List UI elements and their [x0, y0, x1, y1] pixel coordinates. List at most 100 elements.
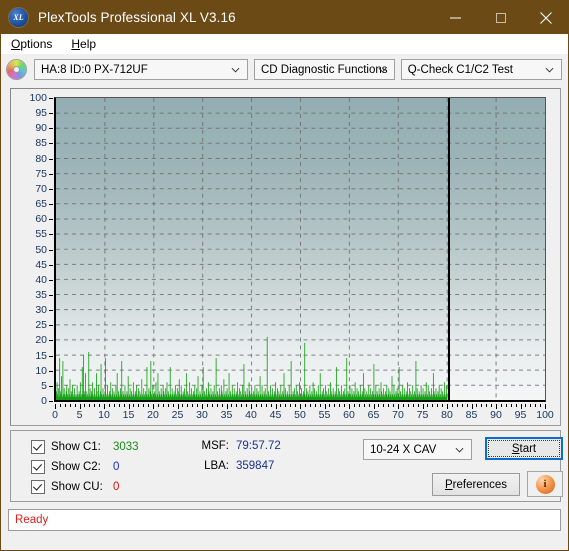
cu-count-value: 0 [113, 481, 120, 493]
y-tick-label: 50 [35, 243, 47, 256]
y-tick-mark [49, 385, 53, 387]
x-tick-mark [64, 404, 66, 407]
drive-select[interactable]: HA:8 ID:0 PX-712UF [34, 59, 248, 80]
y-tick-mark [49, 113, 53, 115]
y-tick-label: 30 [35, 304, 47, 317]
x-tick-mark [206, 404, 208, 407]
y-tick-label: 5 [41, 379, 47, 392]
x-tick-mark [265, 404, 267, 407]
x-tick-mark [378, 404, 380, 407]
chart-panel: 0 5 10 15 20 25 30 35 40 45 50 55 60 65 70 75 80 85 90 95 10… [10, 88, 561, 426]
show-cu-checkbox[interactable] [31, 480, 45, 494]
x-tick-mark [363, 404, 365, 407]
chart-area: 0 5 10 15 20 25 30 35 40 45 50 55 60 65 70 75 80 85 90 95 10… [1, 85, 568, 430]
y-tick-label: 25 [35, 319, 47, 332]
window-controls [433, 1, 568, 34]
speed-select[interactable]: 10-24 X CAV [363, 439, 472, 460]
y-tick-label: 60 [35, 213, 47, 226]
show-c2-checkbox[interactable] [31, 460, 45, 474]
x-tick-mark [118, 404, 120, 407]
y-tick-mark [49, 294, 53, 296]
x-tick-mark [94, 404, 96, 407]
close-icon[interactable] [523, 1, 568, 34]
x-tick-mark [412, 404, 414, 407]
info-button[interactable]: i [527, 471, 563, 497]
x-tick-label: 75 [416, 409, 429, 421]
y-tick-label: 100 [29, 92, 47, 104]
y-tick-mark [49, 128, 53, 130]
show-cu-label: Show CU: [51, 481, 103, 493]
status-bar: Ready [8, 509, 561, 531]
x-tick-mark [481, 404, 483, 407]
minimize-icon[interactable] [433, 1, 478, 34]
x-tick-label: 50 [294, 409, 306, 421]
x-tick-label: 60 [343, 409, 355, 421]
x-tick-mark [486, 404, 488, 407]
cd-disc-icon [7, 60, 26, 79]
x-tick-mark [113, 404, 115, 407]
x-tick-mark [407, 404, 409, 407]
start-button[interactable]: Start [485, 437, 563, 460]
x-tick-mark [461, 404, 463, 407]
y-tick-mark [49, 173, 53, 175]
x-tick-mark [515, 404, 517, 407]
info-icon: i [535, 474, 555, 494]
y-tick-mark [49, 219, 53, 221]
x-tick-mark [285, 404, 287, 407]
x-tick-mark [368, 404, 370, 407]
lba-row: LBA: 359847 [197, 460, 274, 472]
x-tick-mark [505, 404, 507, 407]
x-tick-label: 80 [441, 409, 453, 421]
preferences-button[interactable]: Preferences [432, 473, 520, 496]
y-tick-label: 15 [35, 349, 47, 362]
menu-item-options[interactable]: Options [8, 36, 59, 52]
y-tick-mark [49, 234, 53, 236]
x-tick-label: 95 [514, 409, 527, 421]
c1-error-series [56, 336, 448, 400]
chevron-down-icon [378, 67, 387, 73]
x-tick-mark [138, 404, 140, 407]
x-tick-mark [236, 404, 238, 407]
x-tick-mark [241, 404, 243, 407]
x-tick-mark [69, 404, 71, 407]
function-select[interactable]: CD Diagnostic Functions [253, 59, 395, 80]
speed-select-value: 10-24 X CAV [370, 443, 437, 456]
x-tick-mark [157, 404, 159, 407]
y-tick-label: 35 [35, 288, 47, 301]
test-select[interactable]: Q-Check C1/C2 Test [400, 59, 562, 80]
show-c2-row[interactable]: Show C2: 0 [31, 460, 119, 474]
y-tick-mark [49, 310, 53, 312]
y-tick-label: 95 [35, 107, 47, 120]
show-cu-row[interactable]: Show CU: 0 [31, 480, 119, 494]
x-tick-mark [339, 404, 341, 407]
x-tick-mark [59, 404, 61, 407]
show-c1-row[interactable]: Show C1: 3033 [31, 440, 139, 454]
x-tick-label: 45 [269, 409, 282, 421]
y-tick-label: 85 [35, 137, 47, 150]
x-tick-mark [442, 404, 444, 407]
x-tick-label: 25 [171, 409, 184, 421]
x-tick-mark [530, 404, 532, 407]
y-tick-mark [49, 143, 53, 145]
maximize-icon[interactable] [478, 1, 523, 34]
xl-logo-icon: XL [9, 8, 28, 27]
x-tick-mark [353, 404, 355, 407]
x-tick-mark [197, 404, 199, 407]
x-tick-mark [182, 404, 184, 407]
drive-select-value: HA:8 ID:0 PX-712UF [41, 63, 148, 76]
toolbar: HA:8 ID:0 PX-712UF CD Diagnostic Functio… [1, 54, 568, 85]
x-tick-mark [255, 404, 257, 407]
x-tick-mark [143, 404, 145, 407]
y-tick-mark [49, 98, 53, 99]
x-tick-mark [231, 404, 233, 407]
y-tick-mark [49, 401, 53, 402]
menu-bar: Options Help [1, 34, 568, 54]
x-tick-label: 20 [147, 409, 159, 421]
x-tick-mark [187, 404, 189, 407]
show-c1-checkbox[interactable] [31, 440, 45, 454]
msf-row: MSF: 79:57.72 [197, 440, 281, 452]
x-tick-mark [89, 404, 91, 407]
x-tick-mark [295, 404, 297, 407]
controls-panel: Show C1: 3033 Show C2: 0 Show CU: 0 MSF:… [10, 430, 563, 502]
menu-item-help[interactable]: Help [68, 36, 103, 52]
